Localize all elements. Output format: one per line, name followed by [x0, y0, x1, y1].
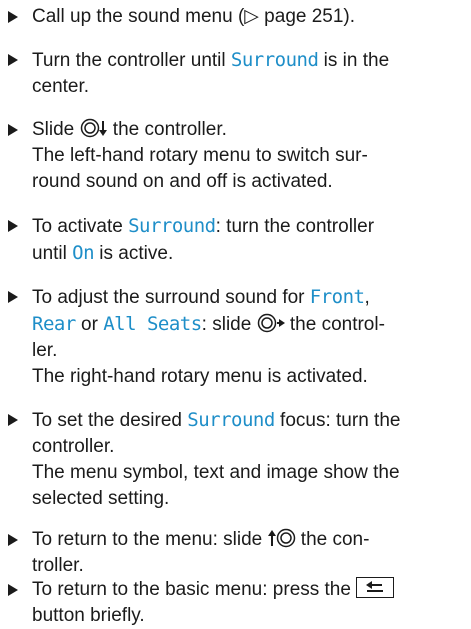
instruction-text: To adjust the surround sound for [32, 287, 310, 308]
keyword-surround: Surround [230, 49, 319, 71]
instruction-text: or [75, 314, 104, 335]
controller-slide-up-icon [267, 528, 296, 548]
result-text: selected setting. [32, 488, 170, 509]
instruction-call-sound-menu: Call up the sound menu (▷ page 251). [8, 4, 468, 30]
instruction-text: the control- [284, 314, 385, 335]
instruction-return-basic-menu: To return to the basic menu: press the b… [8, 577, 468, 629]
bullet-icon [8, 584, 18, 596]
instruction-return-menu: To return to the menu: slide the con- tr… [8, 527, 468, 579]
instruction-text: Call up the sound menu (▷ page 251). [32, 6, 356, 27]
instruction-set-focus: To set the desired Surround focus: turn … [8, 407, 468, 512]
bullet-icon [8, 11, 18, 23]
instruction-text: controller. [32, 436, 115, 457]
instruction-text: To activate [32, 216, 129, 237]
bullet-icon [8, 291, 18, 303]
instruction-text: Turn the controller until [32, 50, 231, 71]
controller-slide-down-icon [80, 118, 108, 138]
back-button-icon [356, 577, 395, 598]
instruction-slide-controller: Slide the controller. The left-hand rota… [8, 117, 468, 195]
result-text: round sound on and off is activated. [32, 171, 333, 192]
instruction-text: ler. [32, 340, 58, 361]
instruction-text: button briefly. [32, 605, 145, 626]
keyword-all-seats: All Seats [103, 313, 202, 335]
instruction-text: focus: turn the [274, 410, 401, 431]
bullet-icon [8, 54, 18, 66]
instruction-turn-controller: Turn the controller until Surround is in… [8, 47, 468, 100]
instruction-text: To return to the menu: slide [32, 529, 268, 550]
instruction-text: is in the [318, 50, 390, 71]
bullet-icon [8, 414, 18, 426]
instruction-text: troller. [32, 555, 84, 576]
instruction-text: To set the desired [32, 410, 188, 431]
instruction-text: is active. [94, 243, 174, 264]
keyword-surround: Surround [128, 215, 216, 237]
instruction-adjust-surround: To adjust the surround sound for Front, … [8, 284, 468, 390]
instruction-text: Slide [32, 119, 80, 140]
keyword-front: Front [309, 286, 365, 308]
bullet-icon [8, 124, 18, 136]
bullet-icon [8, 534, 18, 546]
keyword-surround: Surround [187, 409, 275, 431]
keyword-rear: Rear [32, 313, 76, 335]
instruction-text: : turn the controller [215, 216, 375, 237]
instruction-text: To return to the basic menu: press the [32, 579, 357, 600]
instruction-text: , [364, 287, 370, 308]
instruction-activate-surround: To activate Surround: turn the controlle… [8, 213, 468, 267]
keyword-on: On [72, 242, 95, 264]
instruction-text: : slide [201, 314, 257, 335]
instruction-text: the controller. [107, 119, 227, 140]
result-text: The menu symbol, text and image show the [32, 462, 400, 483]
controller-slide-right-icon [257, 313, 285, 333]
bullet-icon [8, 220, 18, 232]
result-text: The left-hand rotary menu to switch sur- [32, 145, 368, 166]
result-text: The right-hand rotary menu is activated. [32, 366, 368, 387]
manual-page: Call up the sound menu (▷ page 251). Tur… [0, 0, 471, 627]
instruction-text: the con- [295, 529, 370, 550]
instruction-text: until [32, 243, 73, 264]
instruction-text: center. [32, 76, 90, 97]
